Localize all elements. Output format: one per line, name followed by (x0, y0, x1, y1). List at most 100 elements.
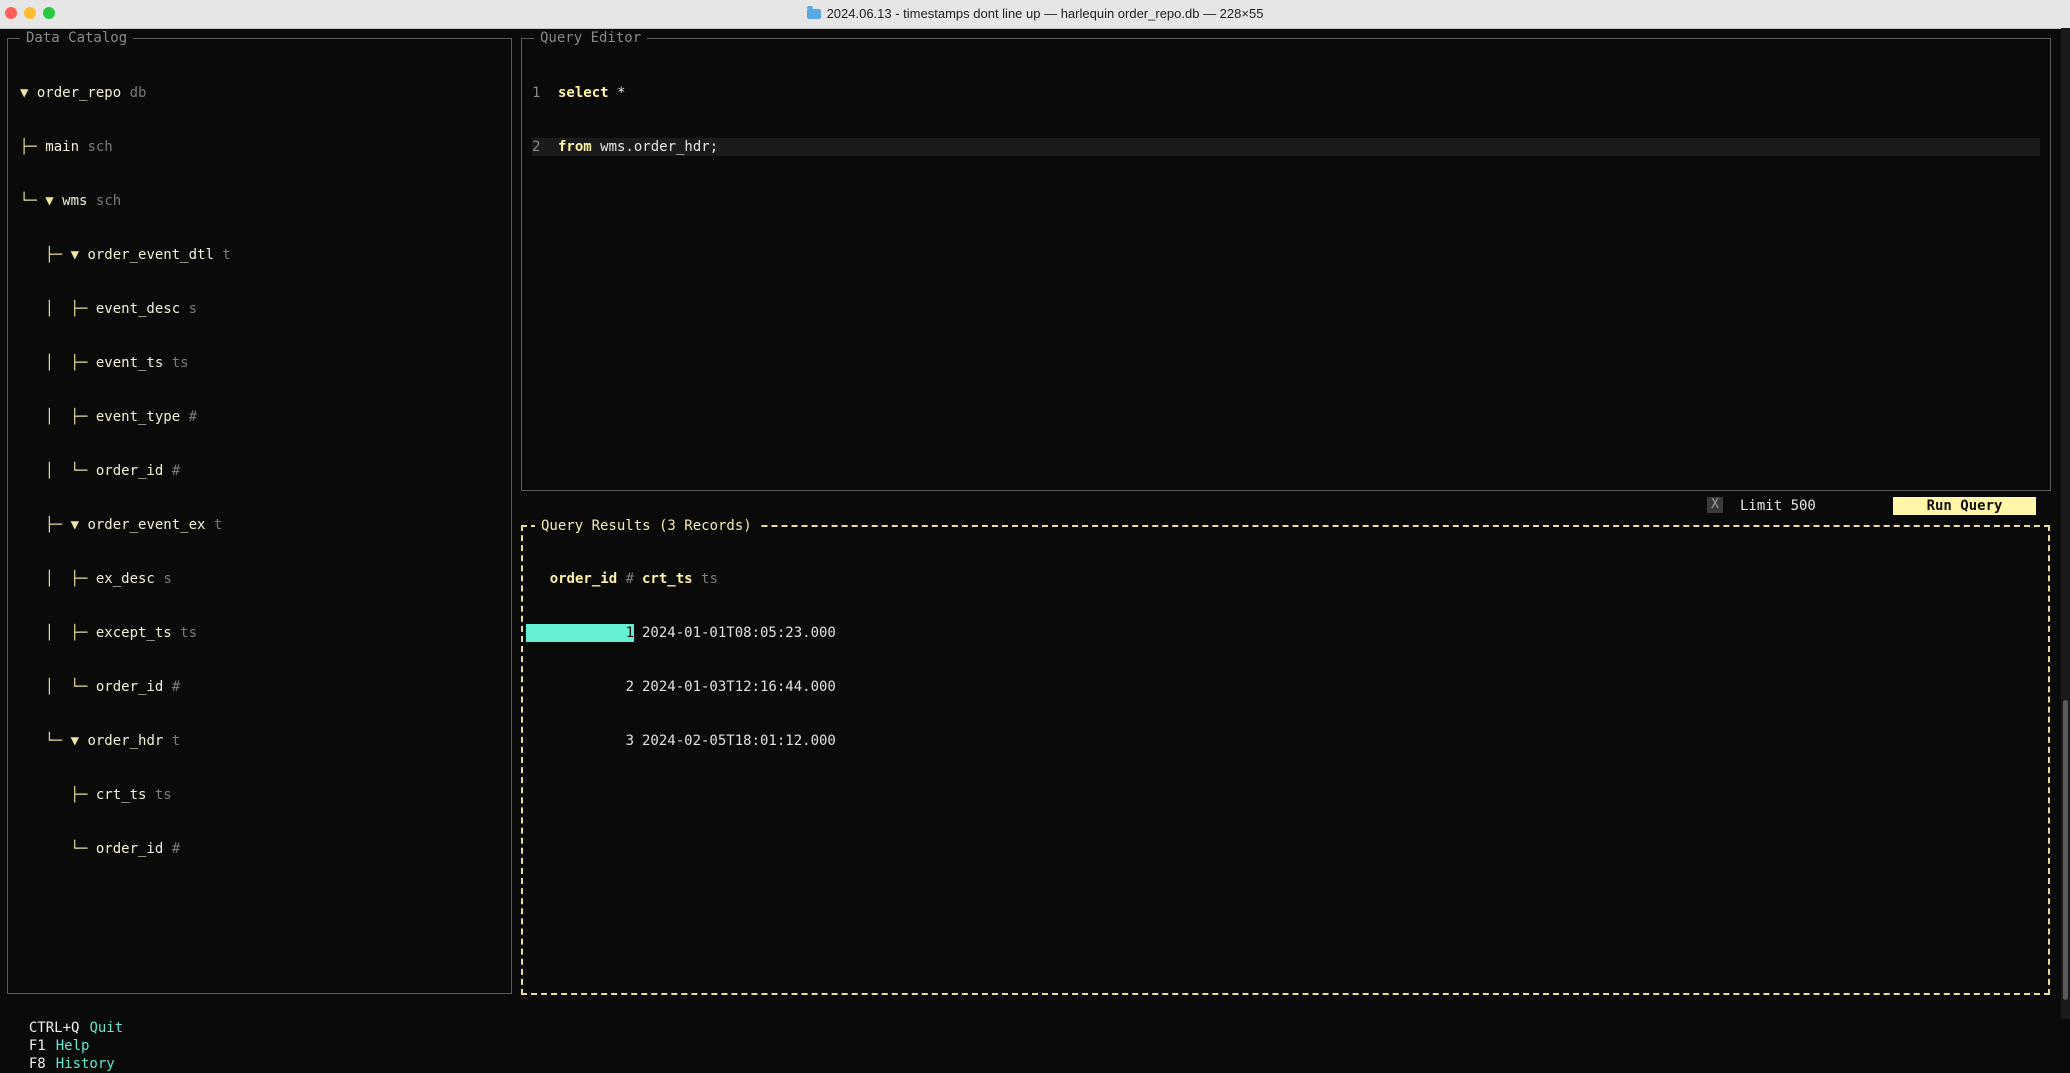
tree-node[interactable]: │ ├─ event_ts ts (20, 354, 231, 372)
column-header-order-id[interactable]: order_id # (526, 570, 634, 588)
tree-node-type: sch (95, 193, 122, 209)
scrollbar-thumb[interactable] (2063, 700, 2068, 1000)
query-results-title: Query Results (3 Records) (535, 517, 758, 535)
limit-label: Limit 500 (1740, 498, 1816, 514)
table-cell[interactable]: 2024-02-05T18:01:12.000 (634, 732, 836, 750)
tree-node[interactable]: │ └─ order_id # (20, 678, 231, 696)
footer-keybindings: CTRL+Q Quit F1 Help F8 History (12, 1001, 143, 1072)
tree-guide: │ └─ (20, 463, 96, 479)
tree-node[interactable]: │ └─ order_id # (20, 462, 231, 480)
run-query-button[interactable]: Run Query (1893, 497, 2036, 515)
tree-node-type: # (171, 679, 181, 695)
help-action[interactable]: Help (56, 1038, 90, 1054)
sql-text: * (608, 85, 626, 101)
code-area[interactable]: 1 select * 2 from wms.order_hdr; (532, 48, 2040, 192)
sql-keyword: from (558, 139, 592, 155)
tree-node-type: db (129, 85, 147, 101)
quit-action[interactable]: Quit (89, 1020, 123, 1036)
tree-guide: ├─ ▼ (20, 247, 88, 263)
table-row[interactable]: 2 2024-01-03T12:16:44.000 (526, 678, 836, 696)
line-number: 2 (532, 139, 541, 155)
tree-node[interactable]: │ ├─ ex_desc s (20, 570, 231, 588)
tree-node-type: sch (87, 139, 113, 155)
tree-node-type: s (188, 301, 198, 317)
tree-node-type: ts (171, 355, 189, 371)
code-line[interactable]: 1 select * (532, 84, 2040, 102)
table-cell-selected[interactable]: 1 (526, 624, 634, 642)
query-editor-panel[interactable]: Query Editor 1 select * 2 from wms.order_h… (521, 29, 2051, 491)
results-table[interactable]: order_id # crt_ts ts 1 2024-01-01T08:05:… (526, 534, 836, 786)
code-line-current[interactable]: 2 from wms.order_hdr; (532, 138, 2040, 156)
tree-node-type: t (171, 733, 181, 749)
window-title: 2024.06.13 - timestamps dont line up — h… (826, 6, 1264, 21)
tree-node-type: # (171, 841, 181, 857)
tree-node-name: ex_desc (95, 571, 155, 587)
column-header-crt-ts[interactable]: crt_ts ts (634, 570, 718, 588)
tree-node-name: order_event_ex (87, 517, 206, 533)
tree-guide: │ ├─ (20, 625, 96, 641)
tree-guide: ├─ (20, 787, 96, 803)
limit-checkbox[interactable]: X (1707, 497, 1723, 513)
footer-key: F8 (28, 1056, 46, 1072)
tree-guide: │ ├─ (20, 301, 96, 317)
tree-node-name: event_desc (95, 301, 181, 317)
tree-guide: └─ ▼ (20, 193, 63, 209)
tree-guide: │ └─ (20, 679, 96, 695)
tree-node[interactable]: └─ order_id # (20, 840, 231, 858)
table-row[interactable]: 1 2024-01-01T08:05:23.000 (526, 624, 836, 642)
tree-node-name: order_id (95, 679, 164, 695)
tree-node[interactable]: └─ ▼ order_hdr t (20, 732, 231, 750)
tree-guide: ├─ (20, 139, 46, 155)
window-titlebar: 2024.06.13 - timestamps dont line up — h… (0, 0, 2070, 29)
tree-node-type: # (188, 409, 198, 425)
tree-guide: │ ├─ (20, 571, 96, 587)
tree-node[interactable]: ├─ main sch (20, 138, 231, 156)
tree-node-type: t (213, 517, 223, 533)
folder-icon (806, 6, 821, 19)
tree-node[interactable]: ▼ order_repo db (20, 84, 231, 102)
tree-node[interactable]: │ ├─ event_type # (20, 408, 231, 426)
line-number: 1 (532, 85, 541, 101)
tree-node[interactable]: │ ├─ except_ts ts (20, 624, 231, 642)
tree-node-name: order_id (95, 463, 164, 479)
tree-node-name: except_ts (95, 625, 172, 641)
sql-keyword: select (558, 85, 609, 101)
data-catalog-panel[interactable]: Data Catalog ▼ order_repo db ├─ main sch… (7, 29, 512, 994)
column-type: ts (701, 571, 718, 587)
tree-node-name: event_ts (95, 355, 164, 371)
table-header-row: order_id # crt_ts ts (526, 570, 836, 588)
table-row[interactable]: 3 2024-02-05T18:01:12.000 (526, 732, 836, 750)
tree-node[interactable]: ├─ ▼ order_event_dtl t (20, 246, 231, 264)
column-name: crt_ts (642, 571, 693, 587)
tree-node-name: order_event_dtl (87, 247, 214, 263)
tree-node-name: order_id (95, 841, 164, 857)
tree-node[interactable]: │ ├─ event_desc s (20, 300, 231, 318)
catalog-tree[interactable]: ▼ order_repo db ├─ main sch └─ ▼ wms sch… (20, 48, 231, 894)
tree-node-name: crt_ts (95, 787, 147, 803)
history-action[interactable]: History (56, 1056, 115, 1072)
sql-text: wms.order_hdr; (591, 139, 719, 155)
tree-node[interactable]: ├─ ▼ order_event_ex t (20, 516, 231, 534)
tree-node-name: event_type (95, 409, 181, 425)
window-title-wrap: 2024.06.13 - timestamps dont line up — h… (0, 6, 2070, 21)
table-cell[interactable]: 2 (526, 678, 634, 696)
tree-node-type: ts (180, 625, 198, 641)
table-cell[interactable]: 2024-01-03T12:16:44.000 (634, 678, 836, 696)
tree-node[interactable]: ├─ crt_ts ts (20, 786, 231, 804)
tree-guide: │ ├─ (20, 355, 96, 371)
tree-guide: └─ ▼ (20, 733, 88, 749)
tree-node-type: t (222, 247, 231, 263)
tree-guide: │ ├─ (20, 409, 96, 425)
query-results-panel[interactable]: Query Results (3 Records) order_id # crt… (521, 517, 2050, 995)
column-type: # (625, 571, 634, 587)
tree-guide: ▼ (20, 85, 37, 101)
footer-key: F1 (28, 1038, 46, 1054)
column-name: order_id (549, 571, 618, 587)
tree-node-name: order_repo (36, 85, 122, 101)
tree-node[interactable]: └─ ▼ wms sch (20, 192, 231, 210)
tree-node-type: s (163, 571, 172, 587)
tree-node-name: wms (62, 193, 88, 209)
table-cell[interactable]: 3 (526, 732, 634, 750)
table-cell[interactable]: 2024-01-01T08:05:23.000 (634, 624, 836, 642)
tree-node-type: ts (154, 787, 172, 803)
